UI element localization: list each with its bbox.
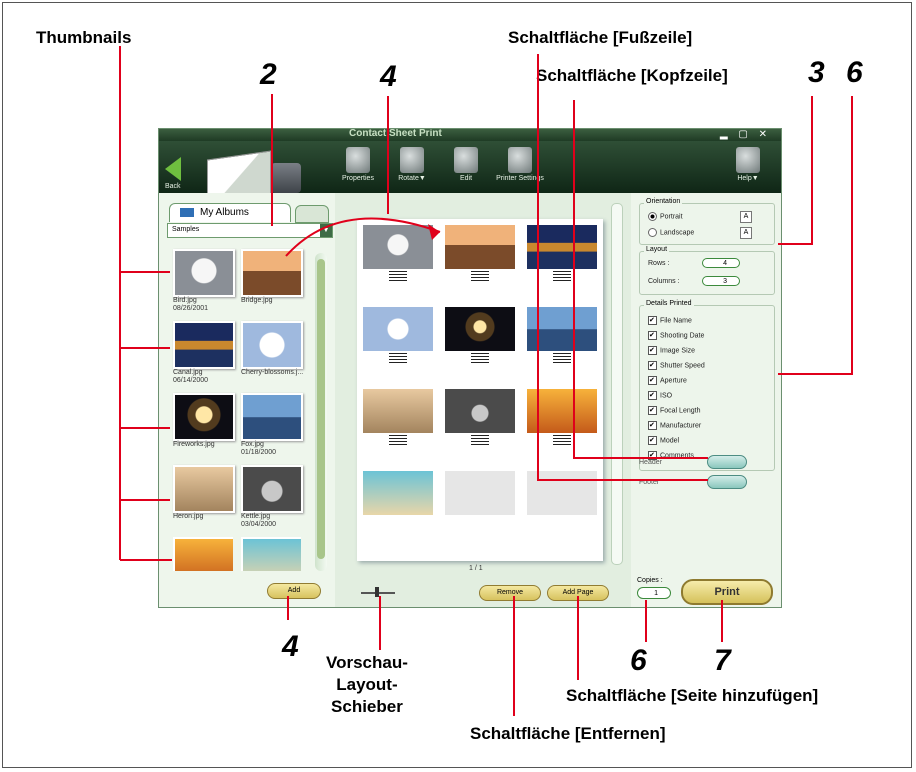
header-leader xyxy=(573,100,708,459)
drag-arrow-head-icon xyxy=(428,224,440,240)
callout-6-top-leader xyxy=(778,96,853,375)
drag-arrow-path xyxy=(285,217,441,257)
thumbnails-leader-branches xyxy=(120,271,172,561)
annotation-lines xyxy=(119,46,853,716)
callout-3-leader xyxy=(778,96,813,245)
footer-leader xyxy=(537,54,708,481)
